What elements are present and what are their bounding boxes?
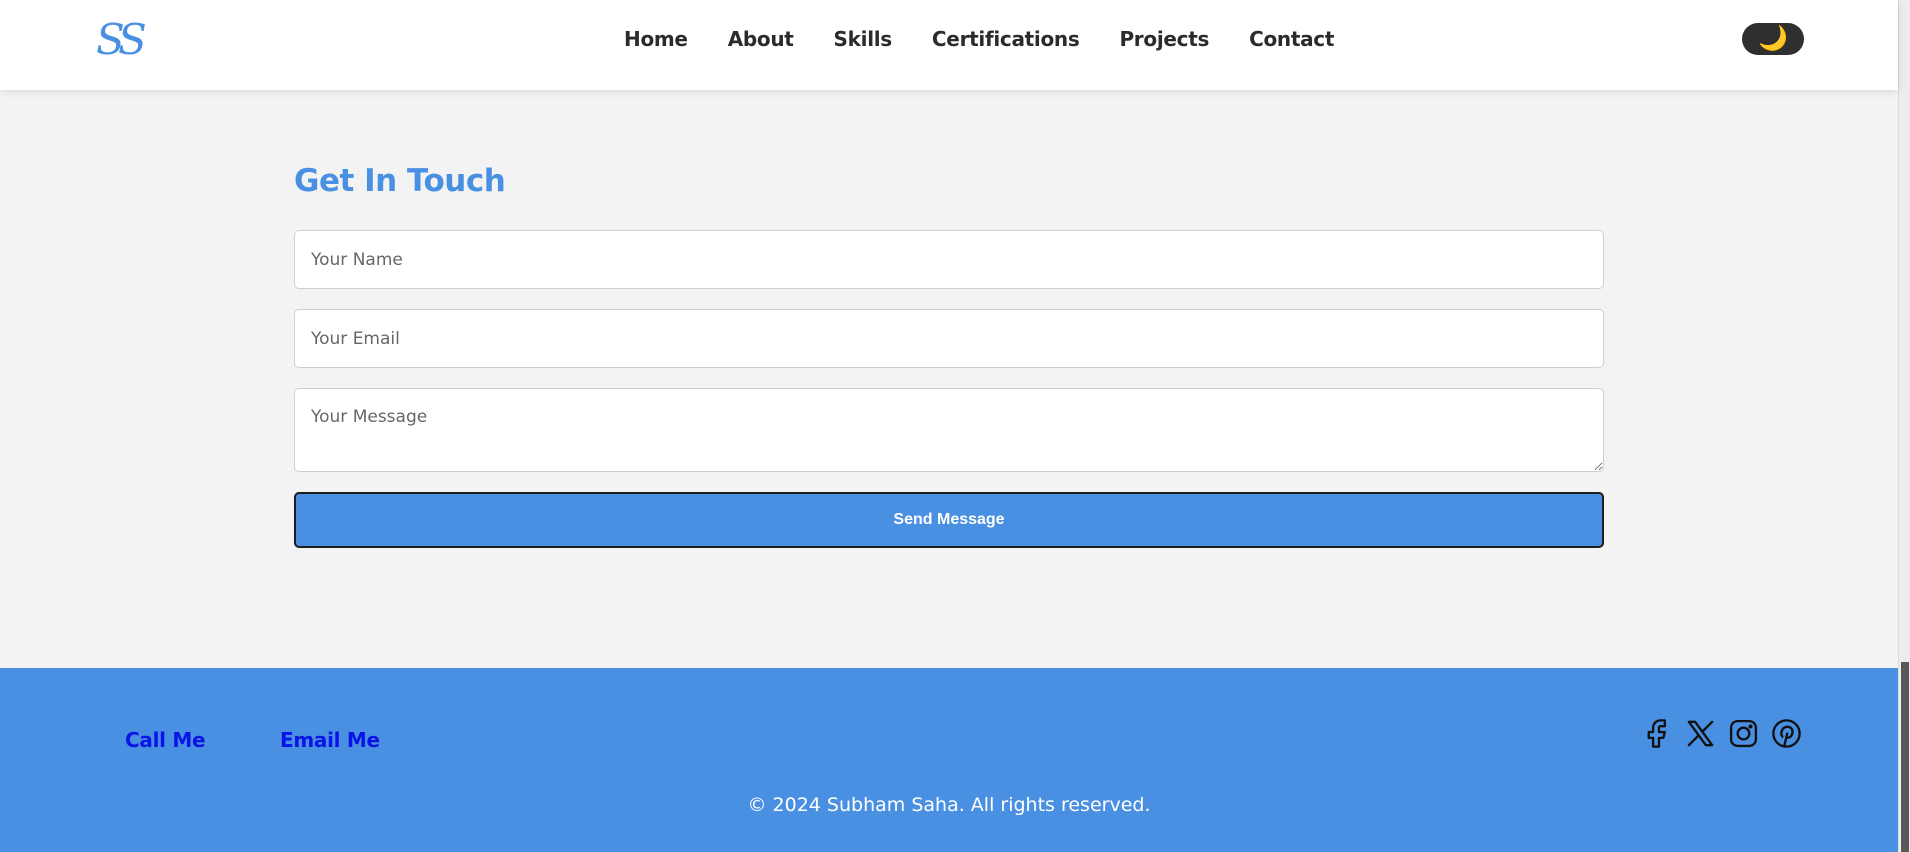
page-scrollbar[interactable] — [1898, 0, 1910, 852]
call-me-link[interactable]: Call Me — [125, 728, 206, 752]
name-input[interactable] — [294, 230, 1604, 289]
copyright-text: © 2024 Subham Saha. All rights reserved. — [747, 794, 1151, 816]
email-input[interactable] — [294, 309, 1604, 368]
portfolio-page: SS Home About Skills Certifications Proj… — [0, 0, 1910, 852]
nav-projects[interactable]: Projects — [1119, 27, 1209, 51]
email-me-link[interactable]: Email Me — [280, 728, 380, 752]
moon-icon: 🌙 — [1758, 25, 1788, 52]
send-message-button[interactable]: Send Message — [294, 492, 1604, 548]
nav-skills[interactable]: Skills — [834, 27, 893, 51]
site-header: SS Home About Skills Certifications Proj… — [0, 0, 1898, 90]
nav-home[interactable]: Home — [624, 27, 688, 51]
scrollbar-thumb[interactable] — [1901, 662, 1909, 852]
theme-toggle-button[interactable]: 🌙 — [1742, 23, 1804, 55]
main-nav: Home About Skills Certifications Project… — [624, 0, 1334, 78]
nav-certifications[interactable]: Certifications — [932, 27, 1080, 51]
message-textarea[interactable] — [294, 388, 1604, 472]
site-footer: Call Me Email Me © 2024 Subham Saha. All… — [0, 668, 1898, 852]
contact-title: Get In Touch — [294, 163, 506, 199]
site-logo[interactable]: SS — [96, 14, 147, 66]
x-icon[interactable] — [1683, 716, 1718, 751]
facebook-icon[interactable] — [1640, 716, 1675, 751]
social-links — [1640, 716, 1804, 751]
pinterest-icon[interactable] — [1769, 716, 1804, 751]
nav-about[interactable]: About — [728, 27, 794, 51]
nav-contact[interactable]: Contact — [1249, 27, 1334, 51]
instagram-icon[interactable] — [1726, 716, 1761, 751]
